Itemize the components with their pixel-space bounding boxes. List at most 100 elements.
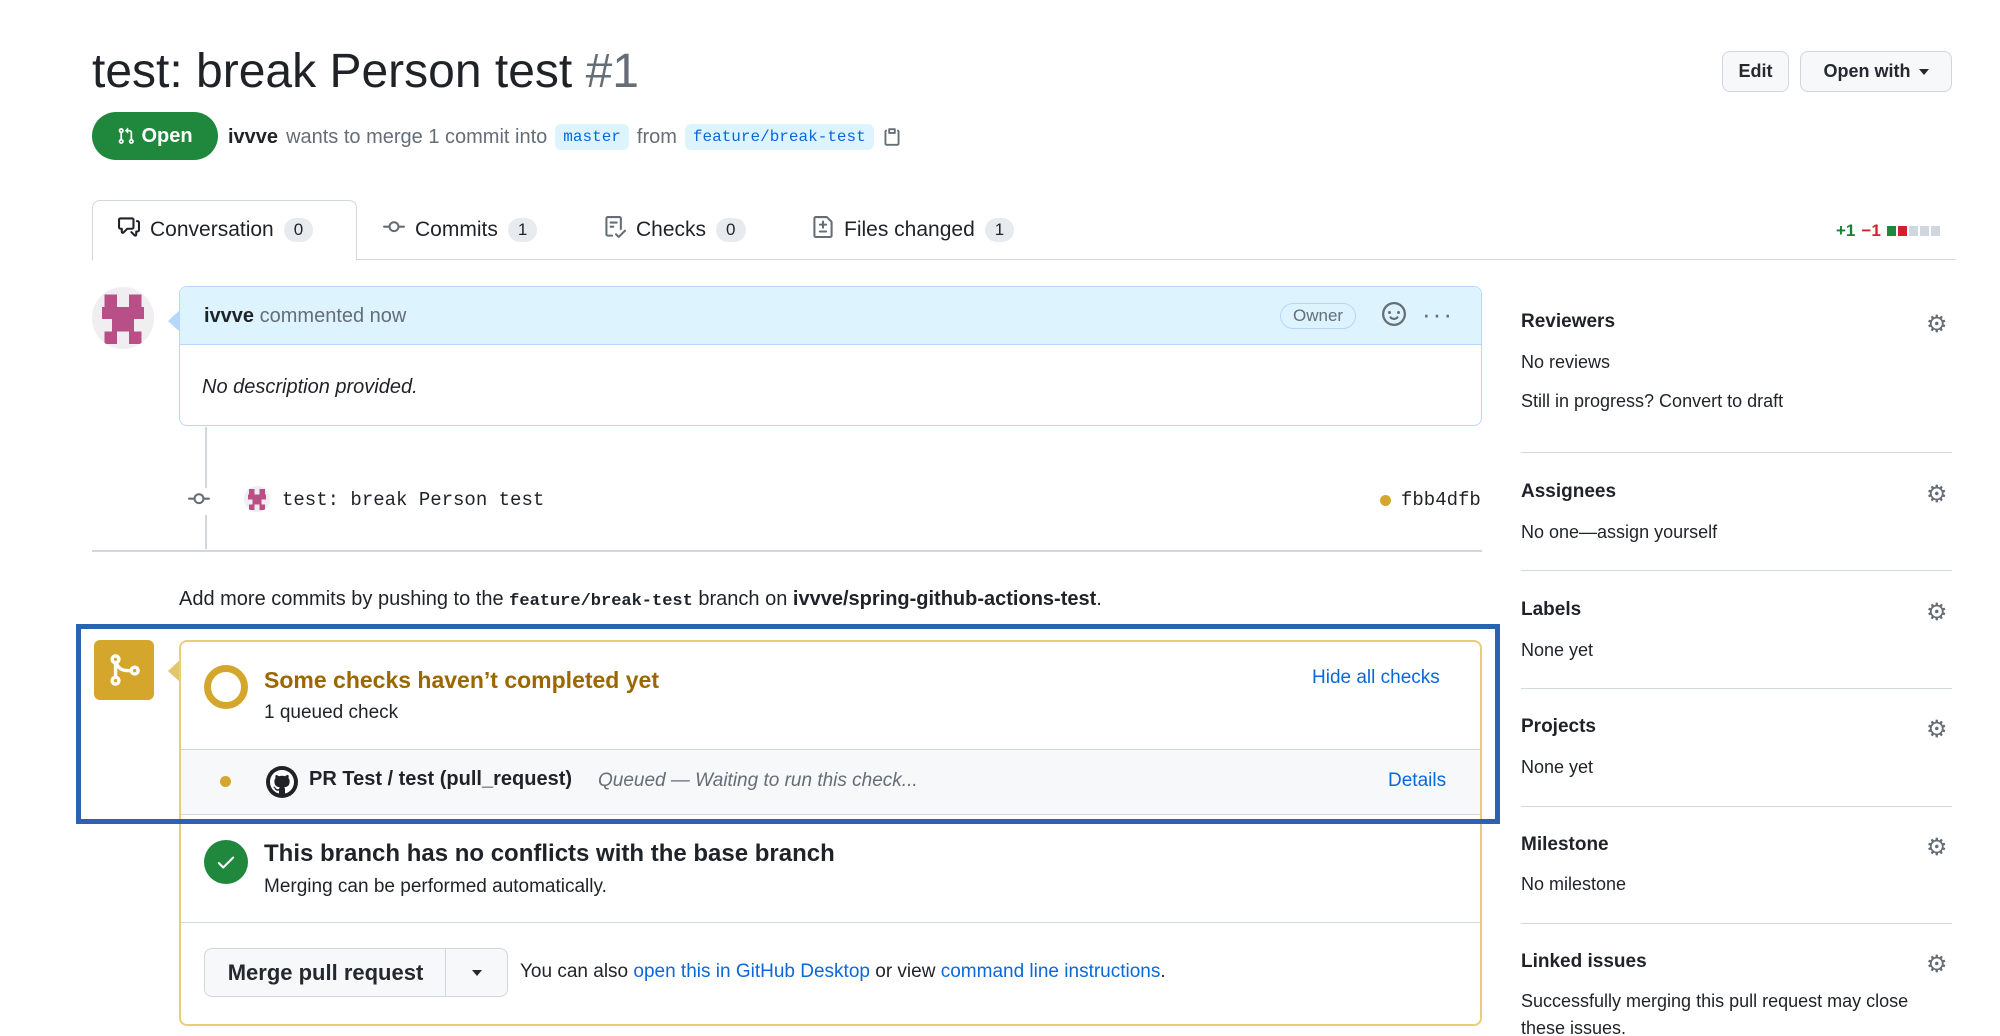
tab-label: Checks [636, 218, 707, 241]
push-hint-repo[interactable]: ivvve/spring-github-actions-test [793, 588, 1096, 610]
timeline-divider [92, 550, 1482, 552]
sidebar-divider [1521, 688, 1952, 689]
tab-label: Conversation [150, 218, 274, 241]
merge-divider [181, 922, 1480, 923]
tab-files-changed[interactable]: Files changed 1 [812, 216, 1015, 244]
tab-counter: 0 [716, 218, 746, 242]
push-hint-branch: feature/break-test [509, 592, 693, 611]
commit-avatar[interactable] [244, 486, 270, 512]
diffstat-bars [1886, 226, 1940, 236]
gear-icon[interactable]: ⚙ [1926, 833, 1948, 862]
commit-message[interactable]: test: break Person test [282, 489, 544, 511]
push-hint-prefix: Add more commits by pushing to the [179, 588, 504, 610]
labels-value: None yet [1521, 640, 1594, 660]
merge-pull-request-button[interactable]: Merge pull request [204, 948, 446, 997]
chevron-down-icon [471, 969, 482, 976]
diffstat: +1 −1 [1836, 221, 1940, 241]
gear-icon[interactable]: ⚙ [1926, 715, 1948, 744]
owner-badge: Owner [1280, 303, 1357, 329]
open-with-label: Open with [1823, 61, 1911, 81]
sidebar-divider [1521, 570, 1952, 571]
open-with-button[interactable]: Open with [1800, 51, 1952, 92]
pending-status-dot [220, 776, 231, 787]
edit-button-label: Edit [1738, 61, 1773, 81]
pending-status-dot [1380, 494, 1391, 506]
merge-alt-suffix: . [1160, 961, 1166, 982]
open-in-desktop-link[interactable]: open this in GitHub Desktop [633, 961, 870, 982]
push-hint-suffix: . [1096, 588, 1102, 610]
commit-sha[interactable]: fbb4dfb [1380, 489, 1481, 511]
commit-sha-text: fbb4dfb [1401, 489, 1481, 511]
git-commit-icon [188, 488, 210, 515]
gear-icon[interactable]: ⚙ [1926, 598, 1948, 627]
milestone-value: No milestone [1521, 874, 1627, 894]
page-title: test: break Person test #1 [92, 44, 639, 99]
merge-alternatives: You can also open this in GitHub Desktop… [520, 961, 1166, 983]
tab-label: Commits [415, 218, 498, 241]
diff-deletions: −1 [1861, 221, 1881, 240]
comment-author: ivvve commented now [204, 305, 406, 328]
git-pull-request-icon [119, 127, 135, 144]
pr-meta: ivvve wants to merge 1 commit into maste… [228, 124, 902, 150]
push-hint: Add more commits by pushing to the featu… [179, 588, 1102, 611]
sidebar-divider [1521, 806, 1952, 807]
avatar[interactable] [92, 287, 154, 349]
linked-issues-text-2: these issues. [1521, 1018, 1627, 1036]
tab-counter: 0 [283, 218, 314, 242]
assignees-value[interactable]: No one—assign yourself [1521, 522, 1717, 543]
tab-label: Files changed [844, 218, 975, 241]
linked-issues-text: Successfully merging this pull request m… [1521, 991, 1909, 1011]
pending-ring-icon [204, 665, 248, 709]
git-commit-icon [383, 216, 405, 244]
smiley-icon[interactable] [1382, 302, 1406, 333]
command-line-instructions-link[interactable]: command line instructions [941, 961, 1161, 982]
checks-subtitle: 1 queued check [264, 702, 399, 723]
comment-time[interactable]: commented now [260, 305, 407, 327]
tab-commits[interactable]: Commits 1 [383, 216, 538, 244]
convert-to-draft-text[interactable]: Still in progress? Convert to draft [1521, 391, 1783, 412]
check-status: Queued — Waiting to run this check... [598, 770, 918, 791]
no-conflicts-subtitle: Merging can be performed automatically. [264, 876, 607, 897]
diff-additions: +1 [1836, 221, 1856, 240]
gear-icon[interactable]: ⚙ [1926, 480, 1948, 509]
comment-author-name[interactable]: ivvve [204, 305, 254, 327]
gear-icon[interactable]: ⚙ [1926, 950, 1948, 979]
hide-all-checks-link[interactable]: Hide all checks [1312, 667, 1440, 689]
sidebar-divider [1521, 452, 1952, 453]
author-link[interactable]: ivvve [228, 126, 278, 149]
merge-method-dropdown[interactable] [445, 948, 508, 997]
no-conflicts-title: This branch has no conflicts with the ba… [264, 840, 835, 867]
github-logo-icon [266, 766, 298, 798]
projects-value: None yet [1521, 757, 1594, 777]
milestone-title[interactable]: Milestone [1521, 834, 1609, 856]
assignees-title[interactable]: Assignees [1521, 481, 1616, 503]
linked-issues-title[interactable]: Linked issues [1521, 951, 1647, 973]
comment-body: No description provided. [202, 376, 418, 398]
pr-title-text: test: break Person test [92, 45, 573, 98]
tab-conversation[interactable]: Conversation 0 [118, 216, 314, 244]
sidebar-divider [1521, 923, 1952, 924]
tabs-divider [92, 259, 1956, 260]
checks-title: Some checks haven’t completed yet [264, 667, 659, 693]
projects-title[interactable]: Projects [1521, 716, 1596, 738]
base-branch[interactable]: master [555, 124, 629, 150]
status-badge: Open [92, 112, 218, 160]
kebab-horizontal-icon[interactable]: ··· [1422, 299, 1454, 330]
check-details-link[interactable]: Details [1388, 770, 1446, 792]
check-circle-icon [204, 840, 248, 884]
merge-text: wants to merge 1 commit into [286, 125, 548, 148]
reviewers-value: No reviews [1521, 352, 1611, 372]
gear-icon[interactable]: ⚙ [1926, 310, 1948, 339]
tab-checks[interactable]: Checks 0 [604, 216, 746, 244]
tab-counter: 1 [507, 218, 538, 242]
reviewers-title[interactable]: Reviewers [1521, 311, 1615, 333]
tab-counter: 1 [984, 218, 1015, 242]
from-text: from [636, 125, 677, 148]
head-branch[interactable]: feature/break-test [684, 124, 874, 150]
copy-icon[interactable] [882, 127, 902, 147]
merge-alt-middle: or view [875, 961, 936, 982]
pr-number: #1 [585, 45, 639, 98]
labels-title[interactable]: Labels [1521, 599, 1581, 621]
edit-button[interactable]: Edit [1722, 51, 1789, 92]
merge-alt-prefix: You can also [520, 961, 629, 982]
